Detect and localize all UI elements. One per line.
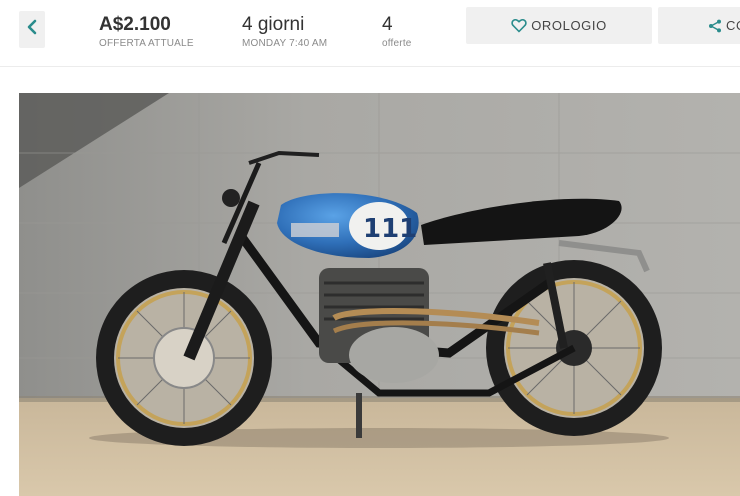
- heart-icon: [511, 18, 527, 33]
- offers-count-value: 4: [382, 14, 393, 35]
- offers-label: offerte: [382, 38, 412, 49]
- share-icon: [708, 19, 722, 33]
- listing-photo[interactable]: 111: [19, 93, 740, 496]
- watch-label: OROLOGIO: [531, 18, 607, 33]
- watch-button[interactable]: OROLOGIO: [466, 7, 652, 44]
- offers-count: 4 offerte: [382, 14, 412, 49]
- current-bid: A$2.100 OFFERTA ATTUALE: [99, 14, 194, 49]
- share-button[interactable]: CO: [658, 7, 740, 44]
- end-time-label: MONDAY 7:40 AM: [242, 38, 328, 49]
- top-bar: A$2.100 OFFERTA ATTUALE 4 giorni MONDAY …: [0, 0, 740, 67]
- motorcycle-image: 111: [19, 93, 740, 496]
- time-left-value: 4 giorni: [242, 14, 305, 35]
- price-value: A$2.100: [99, 14, 171, 35]
- front-wheel: [96, 270, 272, 446]
- time-remaining: 4 giorni MONDAY 7:40 AM: [242, 14, 327, 49]
- price-label: OFFERTA ATTUALE: [99, 38, 194, 49]
- back-button[interactable]: [19, 11, 45, 48]
- chevron-left-icon: [26, 19, 38, 40]
- share-label: CO: [726, 18, 740, 33]
- svg-text:111: 111: [363, 214, 417, 244]
